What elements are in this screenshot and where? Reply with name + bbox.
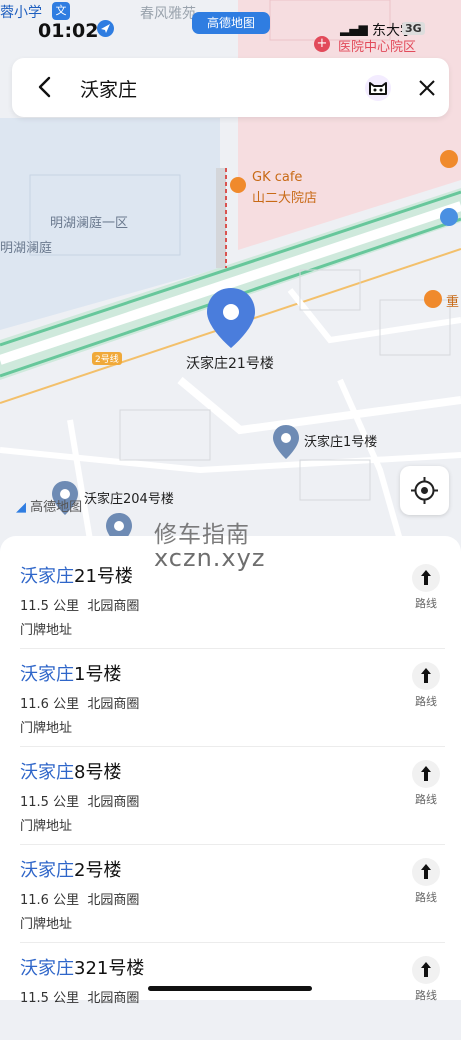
amap-pill[interactable]: 高德地图 bbox=[192, 12, 270, 34]
route-button[interactable]: 路线 bbox=[408, 564, 444, 611]
locate-me-button[interactable] bbox=[400, 466, 449, 515]
amap-logo: ◢ 高德地图 bbox=[16, 496, 82, 515]
route-arrow-icon bbox=[412, 760, 440, 788]
result-title-highlight: 沃家庄 bbox=[20, 860, 74, 881]
result-title-rest: 1号楼 bbox=[74, 664, 122, 685]
route-label: 路线 bbox=[415, 989, 437, 1002]
result-item[interactable]: 沃家庄1号楼 11.6 公里 北园商圈 门牌地址 路线 bbox=[20, 648, 445, 747]
network-badge: 3G bbox=[402, 22, 425, 35]
result-item[interactable]: 沃家庄8号楼 11.5 公里 北园商圈 门牌地址 路线 bbox=[20, 746, 445, 845]
result-title: 沃家庄21号楼 bbox=[20, 562, 133, 588]
result-title: 沃家庄1号楼 bbox=[20, 660, 121, 686]
result-distance: 11.6 公里 北园商圈 bbox=[20, 889, 139, 908]
result-title-highlight: 沃家庄 bbox=[20, 958, 74, 979]
poi-gk-cafe-branch: 山二大院店 bbox=[252, 191, 318, 206]
result-title: 沃家庄321号楼 bbox=[20, 954, 144, 980]
metro-line-badge: 2号线 bbox=[92, 352, 122, 365]
selected-pin-label: 沃家庄21号楼 bbox=[186, 356, 274, 372]
right-poi-label: 重 bbox=[446, 295, 460, 310]
route-label: 路线 bbox=[415, 597, 437, 610]
route-arrow-icon bbox=[412, 662, 440, 690]
distance-value: 11.5 公里 bbox=[20, 795, 80, 810]
area-value: 北园商圈 bbox=[87, 795, 140, 810]
route-button[interactable]: 路线 bbox=[408, 956, 444, 1003]
result-address: 门牌地址 bbox=[20, 623, 73, 638]
map-area-label: 春风雅苑 bbox=[140, 6, 196, 22]
result-title-rest: 21号楼 bbox=[74, 566, 133, 587]
route-label: 路线 bbox=[415, 793, 437, 806]
amap-pill-label: 高德地图 bbox=[206, 16, 255, 30]
distance-value: 11.6 公里 bbox=[20, 893, 80, 908]
cafe-icon[interactable] bbox=[230, 177, 246, 193]
area-value: 北园商圈 bbox=[87, 991, 140, 1006]
school-badge-icon: 文 bbox=[52, 2, 70, 20]
route-label: 路线 bbox=[415, 891, 437, 904]
results-sheet[interactable]: 沃家庄21号楼 11.5 公里 北园商圈 门牌地址 路线 沃家庄1号楼 11.6… bbox=[0, 536, 461, 1006]
close-icon[interactable] bbox=[416, 77, 438, 99]
result-title: 沃家庄2号楼 bbox=[20, 856, 121, 882]
pin-label-1: 沃家庄1号楼 bbox=[304, 435, 378, 450]
distance-value: 11.5 公里 bbox=[20, 599, 80, 614]
area-label-2: 明湖澜庭 bbox=[0, 241, 53, 256]
result-distance: 11.5 公里 北园商圈 bbox=[20, 595, 139, 614]
back-icon[interactable] bbox=[34, 76, 56, 98]
poi-gk-cafe[interactable]: GK cafe bbox=[252, 170, 302, 185]
search-input[interactable]: 沃家庄 bbox=[80, 75, 137, 102]
result-title-highlight: 沃家庄 bbox=[20, 566, 74, 587]
distance-value: 11.5 公里 bbox=[20, 991, 80, 1006]
hospital-label: 医院中心院区 bbox=[338, 40, 417, 55]
amap-logo-label: 高德地图 bbox=[30, 500, 83, 515]
result-distance: 11.5 公里 北园商圈 bbox=[20, 791, 139, 810]
metro-icon[interactable] bbox=[440, 208, 458, 226]
result-item[interactable]: 沃家庄2号楼 11.6 公里 北园商圈 门牌地址 路线 bbox=[20, 844, 445, 943]
result-distance: 11.6 公里 北园商圈 bbox=[20, 693, 139, 712]
route-arrow-icon bbox=[412, 858, 440, 886]
route-arrow-icon bbox=[412, 956, 440, 984]
hospital-icon: + bbox=[314, 36, 330, 52]
area-value: 北园商圈 bbox=[87, 599, 140, 614]
restaurant-icon[interactable] bbox=[440, 150, 458, 168]
route-button[interactable]: 路线 bbox=[408, 858, 444, 905]
area-value: 北园商圈 bbox=[87, 697, 140, 712]
search-bar[interactable]: 沃家庄 bbox=[12, 58, 449, 117]
location-arrow-icon bbox=[97, 20, 114, 37]
pin-label-204: 沃家庄204号楼 bbox=[84, 492, 174, 507]
result-title-rest: 2号楼 bbox=[74, 860, 122, 881]
route-arrow-icon bbox=[412, 564, 440, 592]
crosshair-icon bbox=[411, 477, 438, 504]
distance-value: 11.6 公里 bbox=[20, 697, 80, 712]
home-indicator[interactable] bbox=[148, 986, 312, 991]
clock: 01:02 bbox=[38, 20, 99, 42]
watermark-line2: xczn.xyz bbox=[154, 544, 266, 572]
result-title: 沃家庄8号楼 bbox=[20, 758, 121, 784]
right-poi-icon[interactable] bbox=[424, 290, 442, 308]
result-item[interactable]: 沃家庄321号楼 11.5 公里 北园商圈 路线 bbox=[20, 942, 445, 1040]
selected-location-pin-icon[interactable] bbox=[204, 286, 258, 350]
result-address: 门牌地址 bbox=[20, 721, 73, 736]
area-label-1: 明湖澜庭一区 bbox=[50, 216, 129, 231]
cat-assistant-icon[interactable] bbox=[364, 74, 392, 102]
result-address: 门牌地址 bbox=[20, 917, 73, 932]
result-title-rest: 321号楼 bbox=[74, 958, 145, 979]
result-address: 门牌地址 bbox=[20, 819, 73, 834]
route-label: 路线 bbox=[415, 695, 437, 708]
signal-icon: ▂▄▆ bbox=[340, 22, 368, 36]
map-view[interactable]: 蓉小学 文 01:02 春风雅苑 高德地图 ▂▄▆ 东大学 3G + 医院中心院… bbox=[0, 0, 461, 540]
map-school-label: 蓉小学 bbox=[0, 5, 42, 21]
result-title-rest: 8号楼 bbox=[74, 762, 122, 783]
result-title-highlight: 沃家庄 bbox=[20, 762, 74, 783]
route-button[interactable]: 路线 bbox=[408, 760, 444, 807]
amap-logo-icon: ◢ bbox=[16, 500, 26, 515]
pin-icon[interactable] bbox=[271, 424, 301, 460]
route-button[interactable]: 路线 bbox=[408, 662, 444, 709]
status-bar: 蓉小学 文 01:02 春风雅苑 高德地图 ▂▄▆ 东大学 3G + 医院中心院… bbox=[0, 0, 461, 55]
area-value: 北园商圈 bbox=[87, 893, 140, 908]
result-distance: 11.5 公里 北园商圈 bbox=[20, 987, 139, 1006]
result-title-highlight: 沃家庄 bbox=[20, 664, 74, 685]
